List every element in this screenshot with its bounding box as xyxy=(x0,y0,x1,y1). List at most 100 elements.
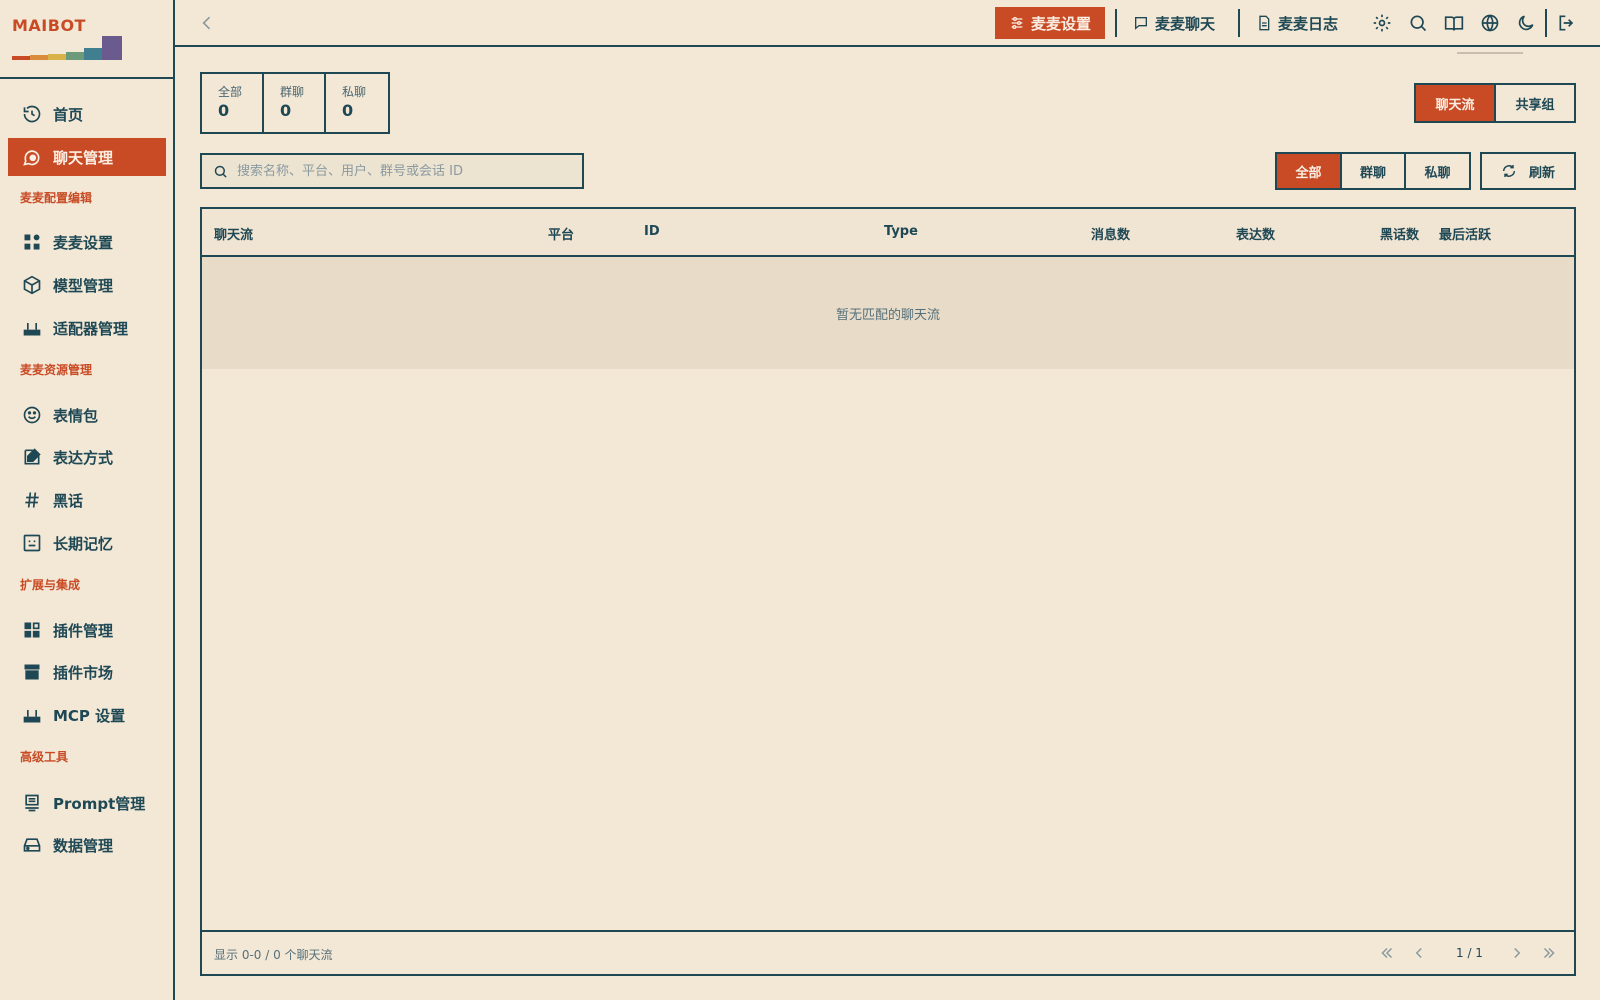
top-separator xyxy=(1238,9,1240,37)
view-toggle-shared-groups[interactable]: 共享组 xyxy=(1494,85,1574,121)
view-toggle-chat-streams[interactable]: 聊天流 xyxy=(1416,85,1494,121)
column-header-type[interactable]: Type xyxy=(884,224,918,239)
sidebar-item-model-management[interactable]: 模型管理 xyxy=(8,266,166,304)
previous-page-icon[interactable] xyxy=(1410,944,1428,962)
stat-label: 私聊 xyxy=(342,85,367,99)
column-header-slang-count[interactable]: 黑话数 xyxy=(1380,224,1419,243)
stat-value: 0 xyxy=(342,101,354,120)
sidebar-section-config: 麦麦配置编辑 xyxy=(20,191,93,205)
book-icon[interactable] xyxy=(1444,13,1464,33)
view-toggle: 聊天流 共享组 xyxy=(1414,83,1576,123)
plugin-grid-icon xyxy=(24,622,40,638)
widgets-icon xyxy=(24,234,40,250)
sidebar-item-maimai-settings[interactable]: 麦麦设置 xyxy=(8,223,166,261)
column-header-expression-count[interactable]: 表达数 xyxy=(1236,224,1275,243)
stat-value: 0 xyxy=(280,101,292,120)
chevron-left-icon[interactable] xyxy=(197,13,217,33)
table-header: 聊天流 平台 ID Type 消息数 表达数 黑话数 最后活跃 xyxy=(202,209,1574,257)
first-page-icon[interactable] xyxy=(1378,944,1396,962)
top-nav-label: 麦麦日志 xyxy=(1278,14,1339,33)
sidebar-item-label: 模型管理 xyxy=(53,276,114,295)
sidebar-item-long-term-memory[interactable]: 长期记忆 xyxy=(8,524,166,562)
top-separator xyxy=(1545,9,1547,37)
top-nav-label: 麦麦设置 xyxy=(1031,14,1092,33)
column-header-platform[interactable]: 平台 xyxy=(548,224,574,243)
logo-bars-graphic xyxy=(12,36,122,60)
topbar: 麦麦设置 麦麦聊天 麦麦日志 xyxy=(175,0,1600,47)
sidebar-item-label: 长期记忆 xyxy=(53,534,114,553)
drive-icon xyxy=(23,838,41,852)
sidebar: MAIBOT 首页 聊天管理 麦麦配置编辑 麦麦设置 模型管理 适配器管理 麦麦… xyxy=(0,0,175,1000)
sidebar-item-mcp-settings[interactable]: MCP 设置 xyxy=(8,696,166,734)
sidebar-item-chat-management[interactable]: 聊天管理 xyxy=(8,138,166,176)
hash-icon xyxy=(25,492,39,508)
top-nav-maimai-chat[interactable]: 麦麦聊天 xyxy=(1119,7,1229,39)
logout-icon[interactable] xyxy=(1557,13,1577,33)
sidebar-item-adapter-management[interactable]: 适配器管理 xyxy=(8,309,166,347)
column-header-id[interactable]: ID xyxy=(644,224,660,239)
column-header-message-count[interactable]: 消息数 xyxy=(1091,224,1130,243)
pagination-info: 显示 0-0 / 0 个聊天流 xyxy=(214,948,333,962)
top-separator xyxy=(1115,9,1117,37)
sliders-icon xyxy=(1011,17,1023,29)
sidebar-item-slang[interactable]: 黑话 xyxy=(8,481,166,519)
sidebar-section-extensions: 扩展与集成 xyxy=(20,578,81,592)
smile-icon xyxy=(23,406,41,424)
top-nav-label: 麦麦聊天 xyxy=(1155,14,1216,33)
sidebar-item-label: 聊天管理 xyxy=(53,148,114,167)
next-page-icon[interactable] xyxy=(1508,944,1526,962)
sidebar-item-label: MCP 设置 xyxy=(53,706,126,725)
history-icon xyxy=(23,105,41,123)
logo[interactable]: MAIBOT xyxy=(12,16,162,64)
sidebar-item-prompt-management[interactable]: Prompt管理 xyxy=(8,784,166,822)
stat-value: 0 xyxy=(218,101,230,120)
logo-text: MAIBOT xyxy=(12,16,86,35)
table-empty-state: 暂无匹配的聊天流 xyxy=(202,257,1574,369)
sidebar-item-plugin-management[interactable]: 插件管理 xyxy=(8,611,166,649)
chat-type-filter: 全部 群聊 私聊 xyxy=(1275,152,1471,190)
filter-group[interactable]: 群聊 xyxy=(1340,154,1404,188)
sidebar-item-label: Prompt管理 xyxy=(53,794,146,813)
column-header-chat-stream[interactable]: 聊天流 xyxy=(214,224,253,243)
document-icon xyxy=(25,794,39,812)
file-icon xyxy=(1259,15,1270,31)
sidebar-item-data-management[interactable]: 数据管理 xyxy=(8,826,166,864)
refresh-button[interactable]: 刷新 xyxy=(1480,152,1576,190)
gear-icon[interactable] xyxy=(1372,13,1392,33)
top-nav-maimai-logs[interactable]: 麦麦日志 xyxy=(1242,7,1352,39)
last-page-icon[interactable] xyxy=(1540,944,1558,962)
chat-bubble-icon xyxy=(23,150,40,166)
search-input[interactable] xyxy=(237,163,567,179)
search-box[interactable] xyxy=(200,153,584,189)
globe-icon[interactable] xyxy=(1480,13,1500,33)
sidebar-item-label: 适配器管理 xyxy=(53,319,129,338)
top-nav-maimai-settings[interactable]: 麦麦设置 xyxy=(995,7,1106,39)
sidebar-section-resources: 麦麦资源管理 xyxy=(20,363,93,377)
sidebar-item-label: 表达方式 xyxy=(53,448,114,467)
chat-stream-table: 聊天流 平台 ID Type 消息数 表达数 黑话数 最后活跃 暂无匹配的聊天流… xyxy=(200,207,1576,976)
search-icon xyxy=(214,165,227,178)
table-footer: 显示 0-0 / 0 个聊天流 1 / 1 xyxy=(202,930,1574,976)
sidebar-item-stickers[interactable]: 表情包 xyxy=(8,396,166,434)
column-header-last-active[interactable]: 最后活跃 xyxy=(1439,224,1491,243)
sidebar-item-label: 首页 xyxy=(53,105,84,124)
cube-icon xyxy=(23,275,41,295)
stat-label: 全部 xyxy=(218,85,243,99)
refresh-icon xyxy=(1502,165,1516,177)
page-indicator: 1 / 1 xyxy=(1456,946,1483,960)
search-icon[interactable] xyxy=(1408,13,1428,33)
stat-label: 群聊 xyxy=(280,85,305,99)
sidebar-item-home[interactable]: 首页 xyxy=(8,95,166,133)
sidebar-item-label: 麦麦设置 xyxy=(53,233,114,252)
sidebar-item-expressions[interactable]: 表达方式 xyxy=(8,438,166,476)
sidebar-divider xyxy=(0,77,173,79)
moon-icon[interactable] xyxy=(1516,13,1536,33)
sidebar-item-label: 插件市场 xyxy=(53,663,114,682)
filter-all[interactable]: 全部 xyxy=(1277,154,1340,188)
edit-note-icon xyxy=(24,448,41,465)
filter-private[interactable]: 私聊 xyxy=(1404,154,1469,188)
stat-group: 群聊 0 xyxy=(264,74,326,132)
sidebar-item-plugin-market[interactable]: 插件市场 xyxy=(8,653,166,691)
router-icon xyxy=(23,323,41,336)
memory-icon xyxy=(23,534,41,552)
